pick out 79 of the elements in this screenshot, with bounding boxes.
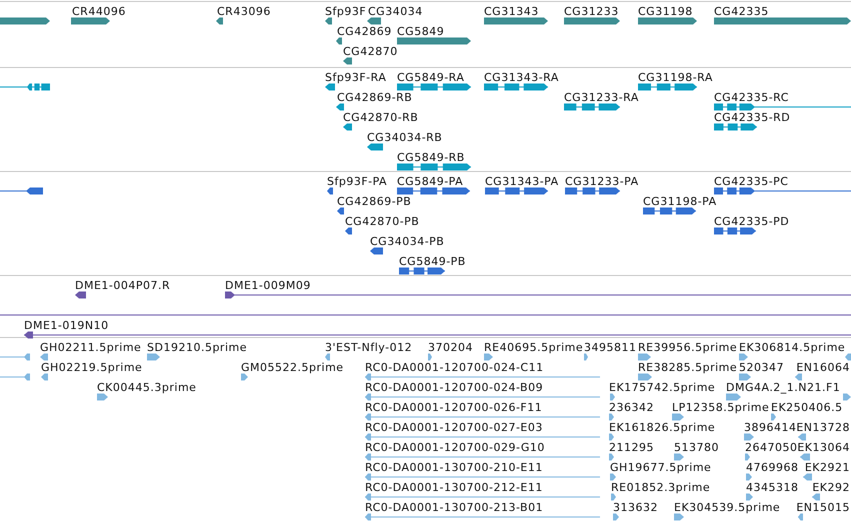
feature-label: EK292 — [812, 481, 850, 494]
feature-label: CG34034 — [368, 5, 423, 18]
feature-label: CG5849-RA — [397, 71, 464, 84]
feature-label: CG34034-RB — [367, 131, 442, 144]
feature-label: Sfp93F — [325, 5, 366, 18]
feature-label: CG42869 — [337, 25, 392, 38]
feature-label: 313632 — [613, 501, 658, 514]
feature-label: EK175742.5prime — [609, 381, 716, 394]
feature-label: EK161826.5prime — [609, 421, 716, 434]
feature-label: GH02219.5prime — [41, 361, 142, 374]
feature-label: CR44096 — [72, 5, 126, 18]
feature-label: RC0-DA0001-120700-026-F11 — [365, 401, 542, 414]
feature-label: EN16064 — [796, 361, 850, 374]
feature-label: CG5849 — [397, 25, 444, 38]
feature-label: CG5849-PA — [397, 175, 464, 188]
feature-label: EN13728 — [796, 421, 850, 434]
feature-label: 4769968 — [746, 461, 798, 474]
feature-label: RC0-DA0001-130700-210-E11 — [365, 461, 543, 474]
feature-label: EK304539.5prime — [674, 501, 780, 514]
feature-label: SD19210.5prime — [147, 341, 247, 354]
feature-label: CG42335 — [714, 5, 769, 18]
feature-label: CG42335-PC — [714, 175, 788, 188]
feature-label: RE38285.5prime — [638, 361, 738, 374]
feature-label: RC0-DA0001-120700-027-E03 — [365, 421, 543, 434]
feature-label: RE40695.5prime — [484, 341, 584, 354]
feature-label: DMG4A.2_1.N21.F1 — [726, 381, 840, 394]
feature-label: CG31343-RA — [484, 71, 559, 84]
feature-label: GH19677.5prime — [610, 461, 712, 474]
feature-label: CG31198-PA — [643, 195, 717, 208]
feature-label: RC0-DA0001-120700-024-C11 — [365, 361, 544, 374]
feature-label: RE01852.3prime — [611, 481, 710, 494]
feature-label: LP12358.5prime — [672, 401, 770, 414]
feature-label: CG42335-PD — [714, 215, 790, 228]
feature-label: RC0-DA0001-130700-213-B01 — [365, 501, 544, 514]
feature-label: RC0-DA0001-130700-212-E11 — [365, 481, 543, 494]
feature-label: 3495811 — [584, 341, 636, 354]
feature-label: Sfp93F-RA — [325, 71, 386, 84]
feature-label: GM05522.5prime — [241, 361, 344, 374]
feature-label: CG31343 — [484, 5, 539, 18]
feature-label: CG31233-RA — [564, 91, 639, 104]
feature-label: 2647050 — [745, 441, 798, 454]
feature-label: CG5849-RB — [397, 151, 465, 164]
feature-label: EK2921 — [804, 461, 850, 474]
feature-label: CG42335-RC — [714, 91, 789, 104]
feature-label: CG42870-PB — [345, 215, 420, 228]
feature-label: CG34034-PB — [370, 235, 444, 248]
feature-label: RE39956.5prime — [638, 341, 738, 354]
feature-label: CG31198-RA — [638, 71, 713, 84]
feature-label: CG42869-PB — [337, 195, 412, 208]
feature-label: CG42869-RB — [337, 91, 412, 104]
feature-label: EK13064 — [797, 441, 850, 454]
feature-label: 236342 — [609, 401, 654, 414]
feature-label: DME1-019N10 — [24, 319, 109, 332]
feature-label: 3'EST-Nfly-012 — [325, 341, 412, 354]
feature-label: CG31233-PA — [565, 175, 639, 188]
feature-label: CG31198 — [638, 5, 693, 18]
feature-label: CR43096 — [217, 5, 271, 18]
feature-label: GH02211.5prime — [40, 341, 142, 354]
feature-label: 370204 — [428, 341, 473, 354]
feature-label: Sfp93F-PA — [327, 175, 388, 188]
feature-label: EK306814.5prime — [739, 341, 846, 354]
feature-label: CK00445.3prime — [97, 381, 196, 394]
feature-label: DME1-009M09 — [225, 279, 311, 292]
feature-label: CG31343-PA — [485, 175, 559, 188]
feature-label: EK250406.5 — [771, 401, 843, 414]
feature-label: RC0-DA0001-120700-024-B09 — [365, 381, 544, 394]
feature-label: CG5849-PB — [399, 255, 466, 268]
feature-label: 4345318 — [746, 481, 798, 494]
feature-label: 513780 — [674, 441, 719, 454]
feature-label: CG42870 — [343, 45, 398, 58]
feature-label: EN15015 — [796, 501, 850, 514]
feature-label: CG31233 — [564, 5, 619, 18]
feature-label: 211295 — [609, 441, 654, 454]
feature-label: RC0-DA0001-120700-029-G10 — [365, 441, 545, 454]
feature-label: DME1-004P07.R — [75, 279, 170, 292]
feature-label: CG42870-RB — [343, 111, 418, 124]
feature-label: 520347 — [739, 361, 784, 374]
feature-label: 3896414 — [744, 421, 796, 434]
feature-label: CG42335-RD — [714, 111, 790, 124]
